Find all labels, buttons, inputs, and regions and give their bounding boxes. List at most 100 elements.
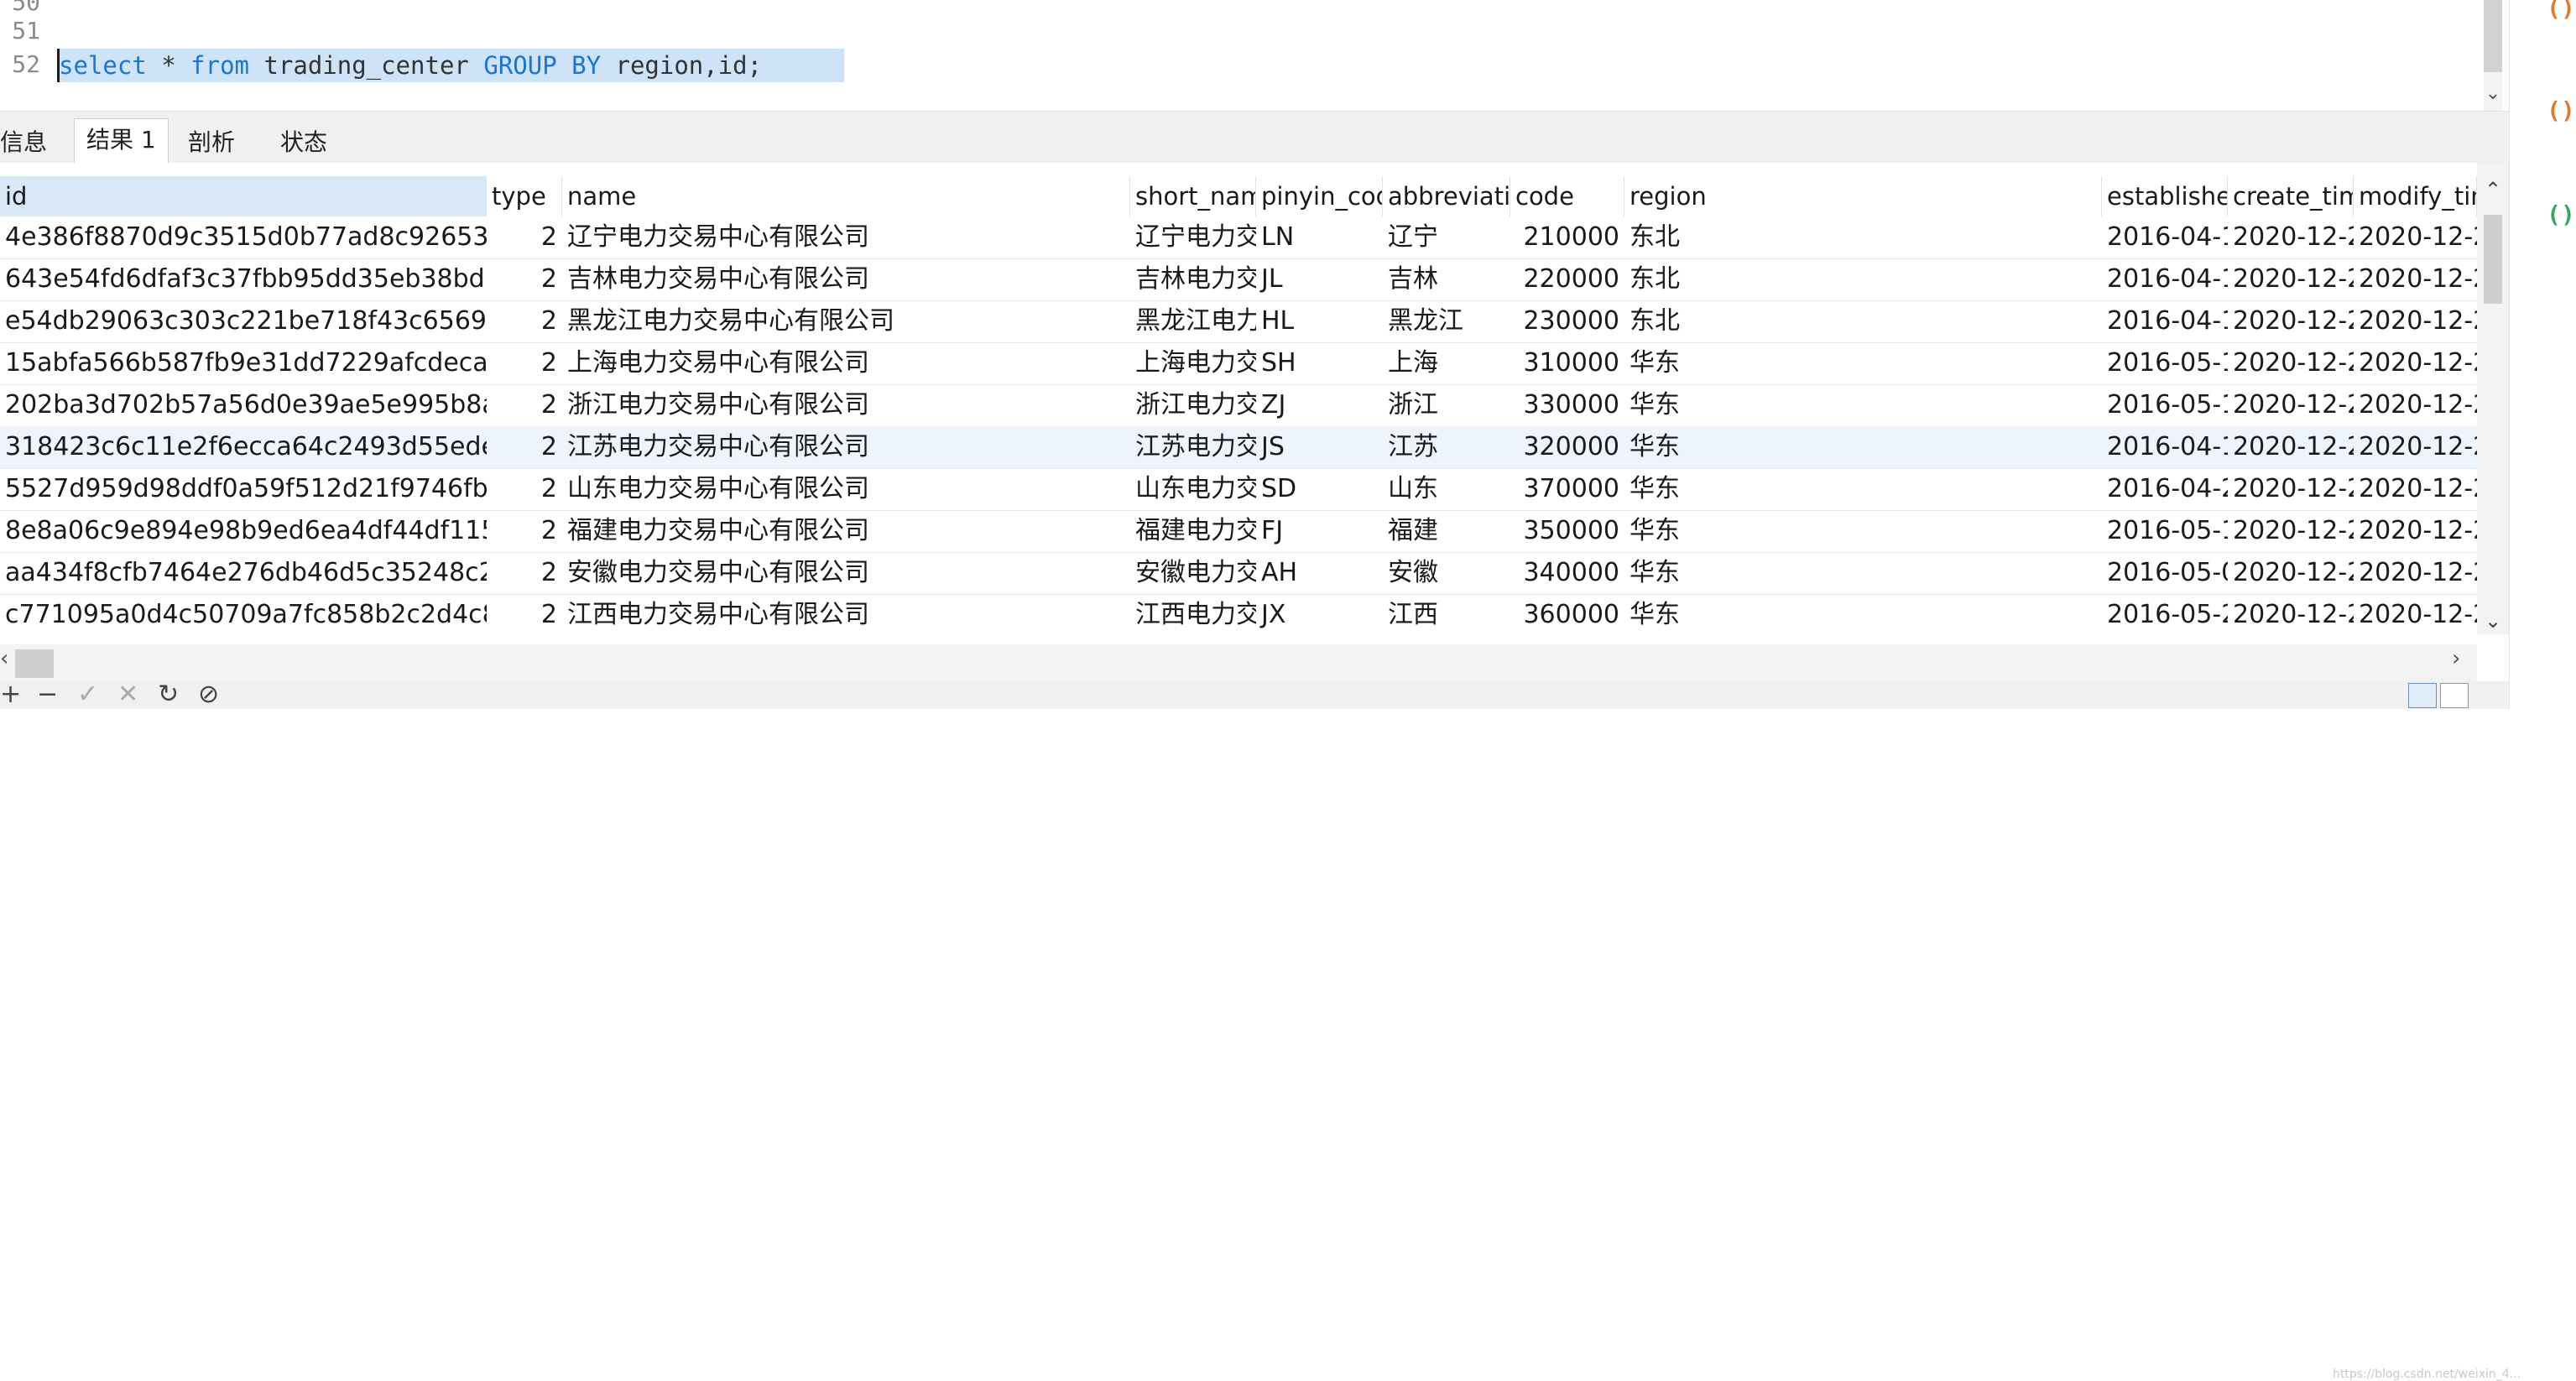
table-row[interactable]: 15abfa566b587fb9e31dd7229afcdeca 2 上海电力交易中… <box>0 342 2477 385</box>
table-cell[interactable]: aa434f8cfb7464e276db46d5c35248c2 <box>0 552 487 594</box>
table-cell[interactable]: 2020-12-22 <box>2354 258 2477 300</box>
table-cell[interactable]: 2016-04-12 <box>2102 258 2228 300</box>
table-cell[interactable]: 2 <box>487 258 562 300</box>
table-cell[interactable]: 辽宁电力交易中心 <box>1130 216 1256 258</box>
table-cell[interactable]: 2020-12-22 <box>2228 426 2354 468</box>
table-cell[interactable]: 2 <box>487 216 562 258</box>
table-cell[interactable]: 福建电力交易中心 <box>1130 510 1256 552</box>
grid-vertical-scroll-thumb[interactable] <box>2484 215 2502 304</box>
editor-scroll-thumb[interactable] <box>2484 0 2502 72</box>
scroll-down-icon[interactable]: ⌄ <box>2484 604 2502 638</box>
table-row[interactable]: e54db29063c303c221be718f43c65694 2 黑龙江电力交易… <box>0 300 2477 343</box>
table-cell[interactable]: 2020-12-22 <box>2354 594 2477 634</box>
table-cell[interactable]: 2016-05-22 <box>2102 594 2228 634</box>
table-cell[interactable]: 黑龙江电力交易中心 <box>1130 300 1256 342</box>
table-cell[interactable]: 2020-12-22 <box>2354 552 2477 594</box>
table-cell[interactable]: 山东 <box>1383 468 1510 510</box>
refresh-icon[interactable]: ↻ <box>158 680 179 709</box>
table-cell[interactable]: 华东 <box>1624 384 2102 426</box>
sql-query-line[interactable]: select * from trading_center GROUP BY re… <box>59 49 762 82</box>
table-cell[interactable]: 230000 <box>1510 300 1624 342</box>
table-cell[interactable]: 2020-12-22 <box>2354 300 2477 342</box>
table-cell[interactable]: 320000 <box>1510 426 1624 468</box>
tab-info[interactable]: 信息 <box>0 122 59 164</box>
column-header[interactable]: abbreviation <box>1383 176 1510 216</box>
table-cell[interactable]: 黑龙江电力交易中心有限公司 <box>562 300 1130 342</box>
table-cell[interactable]: 2016-04-12 <box>2102 300 2228 342</box>
table-cell[interactable]: 2020-12-22 <box>2354 216 2477 258</box>
table-cell[interactable]: 2020-12-22 <box>2354 468 2477 510</box>
table-row[interactable]: c771095a0d4c50709a7fc858b2c2d4c8 2 江西电力交易中… <box>0 594 2477 634</box>
table-cell[interactable]: 350000 <box>1510 510 1624 552</box>
table-cell[interactable]: e54db29063c303c221be718f43c65694 <box>0 300 487 342</box>
column-header[interactable]: create_time <box>2228 176 2354 216</box>
table-cell[interactable]: 2020-12-22 <box>2354 384 2477 426</box>
table-cell[interactable]: 浙江电力交易中心有限公司 <box>562 384 1130 426</box>
table-cell[interactable]: 4e386f8870d9c3515d0b77ad8c926535 <box>0 216 487 258</box>
delete-row-icon[interactable]: − <box>37 680 58 709</box>
table-cell[interactable]: 2 <box>487 552 562 594</box>
stop-icon[interactable]: ⊘ <box>198 680 219 709</box>
table-cell[interactable]: c771095a0d4c50709a7fc858b2c2d4c8 <box>0 594 487 634</box>
grid-view-button[interactable] <box>2408 683 2437 708</box>
table-cell[interactable]: 辽宁电力交易中心有限公司 <box>562 216 1130 258</box>
table-cell[interactable]: 浙江 <box>1383 384 1510 426</box>
discard-changes-icon[interactable]: ✕ <box>117 680 138 709</box>
table-row[interactable]: 643e54fd6dfaf3c37fbb95dd35eb38bd 2 吉林电力交易中… <box>0 258 2477 301</box>
table-cell[interactable]: 吉林电力交易中心 <box>1130 258 1256 300</box>
scroll-right-icon[interactable]: › <box>2452 646 2460 671</box>
table-cell[interactable]: 2020-12-22 <box>2228 594 2354 634</box>
table-cell[interactable]: 2 <box>487 468 562 510</box>
table-cell[interactable]: 华东 <box>1624 552 2102 594</box>
table-cell[interactable]: 上海 <box>1383 342 1510 384</box>
table-cell[interactable]: 东北 <box>1624 300 2102 342</box>
table-cell[interactable]: 2 <box>487 594 562 634</box>
table-cell[interactable]: 吉林 <box>1383 258 1510 300</box>
table-cell[interactable]: 2020-12-22 <box>2228 258 2354 300</box>
table-cell[interactable]: 华东 <box>1624 468 2102 510</box>
tab-profile[interactable]: 剖析 <box>176 122 247 164</box>
table-cell[interactable]: 2020-12-22 <box>2228 300 2354 342</box>
tab-status[interactable]: 状态 <box>269 122 339 164</box>
table-cell[interactable]: 330000 <box>1510 384 1624 426</box>
table-cell[interactable]: 上海电力交易中心 <box>1130 342 1256 384</box>
column-header[interactable]: short_name <box>1130 176 1256 216</box>
sql-editor[interactable]: 50 51 52 select * from trading_center GR… <box>0 0 2484 111</box>
table-cell[interactable]: 2 <box>487 384 562 426</box>
table-cell[interactable]: 江西电力交易中心有限公司 <box>562 594 1130 634</box>
table-cell[interactable]: 江苏电力交易中心 <box>1130 426 1256 468</box>
table-cell[interactable]: 2016-05-12 <box>2102 384 2228 426</box>
table-cell[interactable]: 2016-04-12 <box>2102 216 2228 258</box>
grid-horizontal-scroll-thumb[interactable] <box>15 649 54 678</box>
table-cell[interactable]: 华东 <box>1624 510 2102 552</box>
table-cell[interactable]: 370000 <box>1510 468 1624 510</box>
table-cell[interactable]: FJ <box>1256 510 1383 552</box>
table-cell[interactable]: 2020-12-22 <box>2354 342 2477 384</box>
table-cell[interactable]: 2016-05-12 <box>2102 510 2228 552</box>
table-row[interactable]: 318423c6c11e2f6ecca64c2493d55ede 2 江苏电力交易中… <box>0 426 2477 469</box>
table-cell[interactable]: 浙江电力交易中心 <box>1130 384 1256 426</box>
table-cell[interactable]: 东北 <box>1624 258 2102 300</box>
table-cell[interactable]: 江苏电力交易中心有限公司 <box>562 426 1130 468</box>
table-cell[interactable]: 福建 <box>1383 510 1510 552</box>
table-cell[interactable]: 5527d959d98ddf0a59f512d21f9746fb <box>0 468 487 510</box>
table-cell[interactable]: 2020-12-22 <box>2228 384 2354 426</box>
table-cell[interactable]: 2016-05-02 <box>2102 552 2228 594</box>
table-cell[interactable]: 2020-12-22 <box>2228 216 2354 258</box>
table-cell[interactable]: 山东电力交易中心有限公司 <box>562 468 1130 510</box>
table-cell[interactable]: 辽宁 <box>1383 216 1510 258</box>
table-cell[interactable]: 2020-12-22 <box>2228 468 2354 510</box>
table-cell[interactable]: 8e8a06c9e894e98b9ed6ea4df44df115 <box>0 510 487 552</box>
table-cell[interactable]: SH <box>1256 342 1383 384</box>
column-header[interactable]: code <box>1510 176 1624 216</box>
table-cell[interactable]: SD <box>1256 468 1383 510</box>
table-cell[interactable]: 2020-12-22 <box>2228 552 2354 594</box>
table-cell[interactable]: AH <box>1256 552 1383 594</box>
grid-horizontal-scrollbar[interactable] <box>0 644 2477 681</box>
table-cell[interactable]: 华东 <box>1624 594 2102 634</box>
table-cell[interactable]: 2 <box>487 426 562 468</box>
column-header[interactable]: type <box>487 176 562 216</box>
code-snippet-icon[interactable]: () <box>2547 94 2575 128</box>
table-row[interactable]: 4e386f8870d9c3515d0b77ad8c926535 2 辽宁电力交易中… <box>0 216 2477 259</box>
table-cell[interactable]: 福建电力交易中心有限公司 <box>562 510 1130 552</box>
